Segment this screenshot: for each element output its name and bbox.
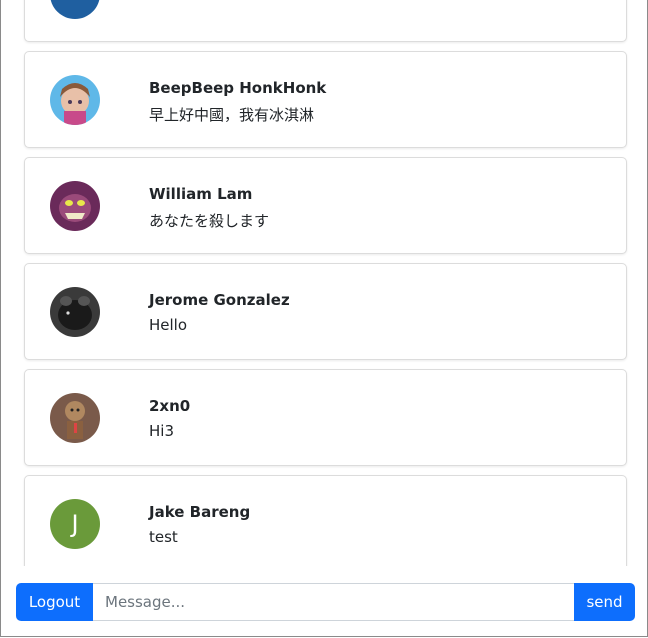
message-author: Jerome Gonzalez <box>149 291 290 309</box>
sackboy-avatar-icon <box>50 393 100 443</box>
send-button[interactable]: send <box>574 583 635 621</box>
message-card: BeepBeep HonkHonk 早上好中國，我有冰淇淋 <box>24 51 627 148</box>
message-text: test <box>149 528 178 546</box>
message-input[interactable] <box>93 583 574 621</box>
message-text: あなたを殺します <box>149 212 270 230</box>
letter-avatar: J <box>50 499 100 549</box>
message-composer: Logout send <box>16 583 635 621</box>
message-card: 2xn0 Hi3 <box>24 369 627 466</box>
message-author: 2xn0 <box>149 397 191 415</box>
message-card: Jerome Gonzalez Hello <box>24 263 627 360</box>
message-text: 早上好中國，我有冰淇淋 <box>149 106 315 124</box>
message-text: Hi3 <box>149 422 174 440</box>
logout-button[interactable]: Logout <box>16 583 93 621</box>
anime-girl-avatar-icon <box>50 75 100 125</box>
dark-animal-avatar-icon <box>50 287 100 337</box>
message-author: William Lam <box>149 185 253 203</box>
message-list[interactable]: BeepBeep HonkHonk 早上好中國，我有冰淇淋 William La… <box>1 0 647 566</box>
app-frame: BeepBeep HonkHonk 早上好中國，我有冰淇淋 William La… <box>0 0 648 637</box>
message-author: Jake Bareng <box>149 503 251 521</box>
monster-avatar-icon <box>50 181 100 231</box>
blue-avatar-icon <box>50 0 100 19</box>
message-text: Hello <box>149 316 188 334</box>
message-author: BeepBeep HonkHonk <box>149 79 327 97</box>
message-card <box>24 0 627 42</box>
message-card: J Jake Bareng test <box>24 475 627 566</box>
message-card: William Lam あなたを殺します <box>24 157 627 254</box>
